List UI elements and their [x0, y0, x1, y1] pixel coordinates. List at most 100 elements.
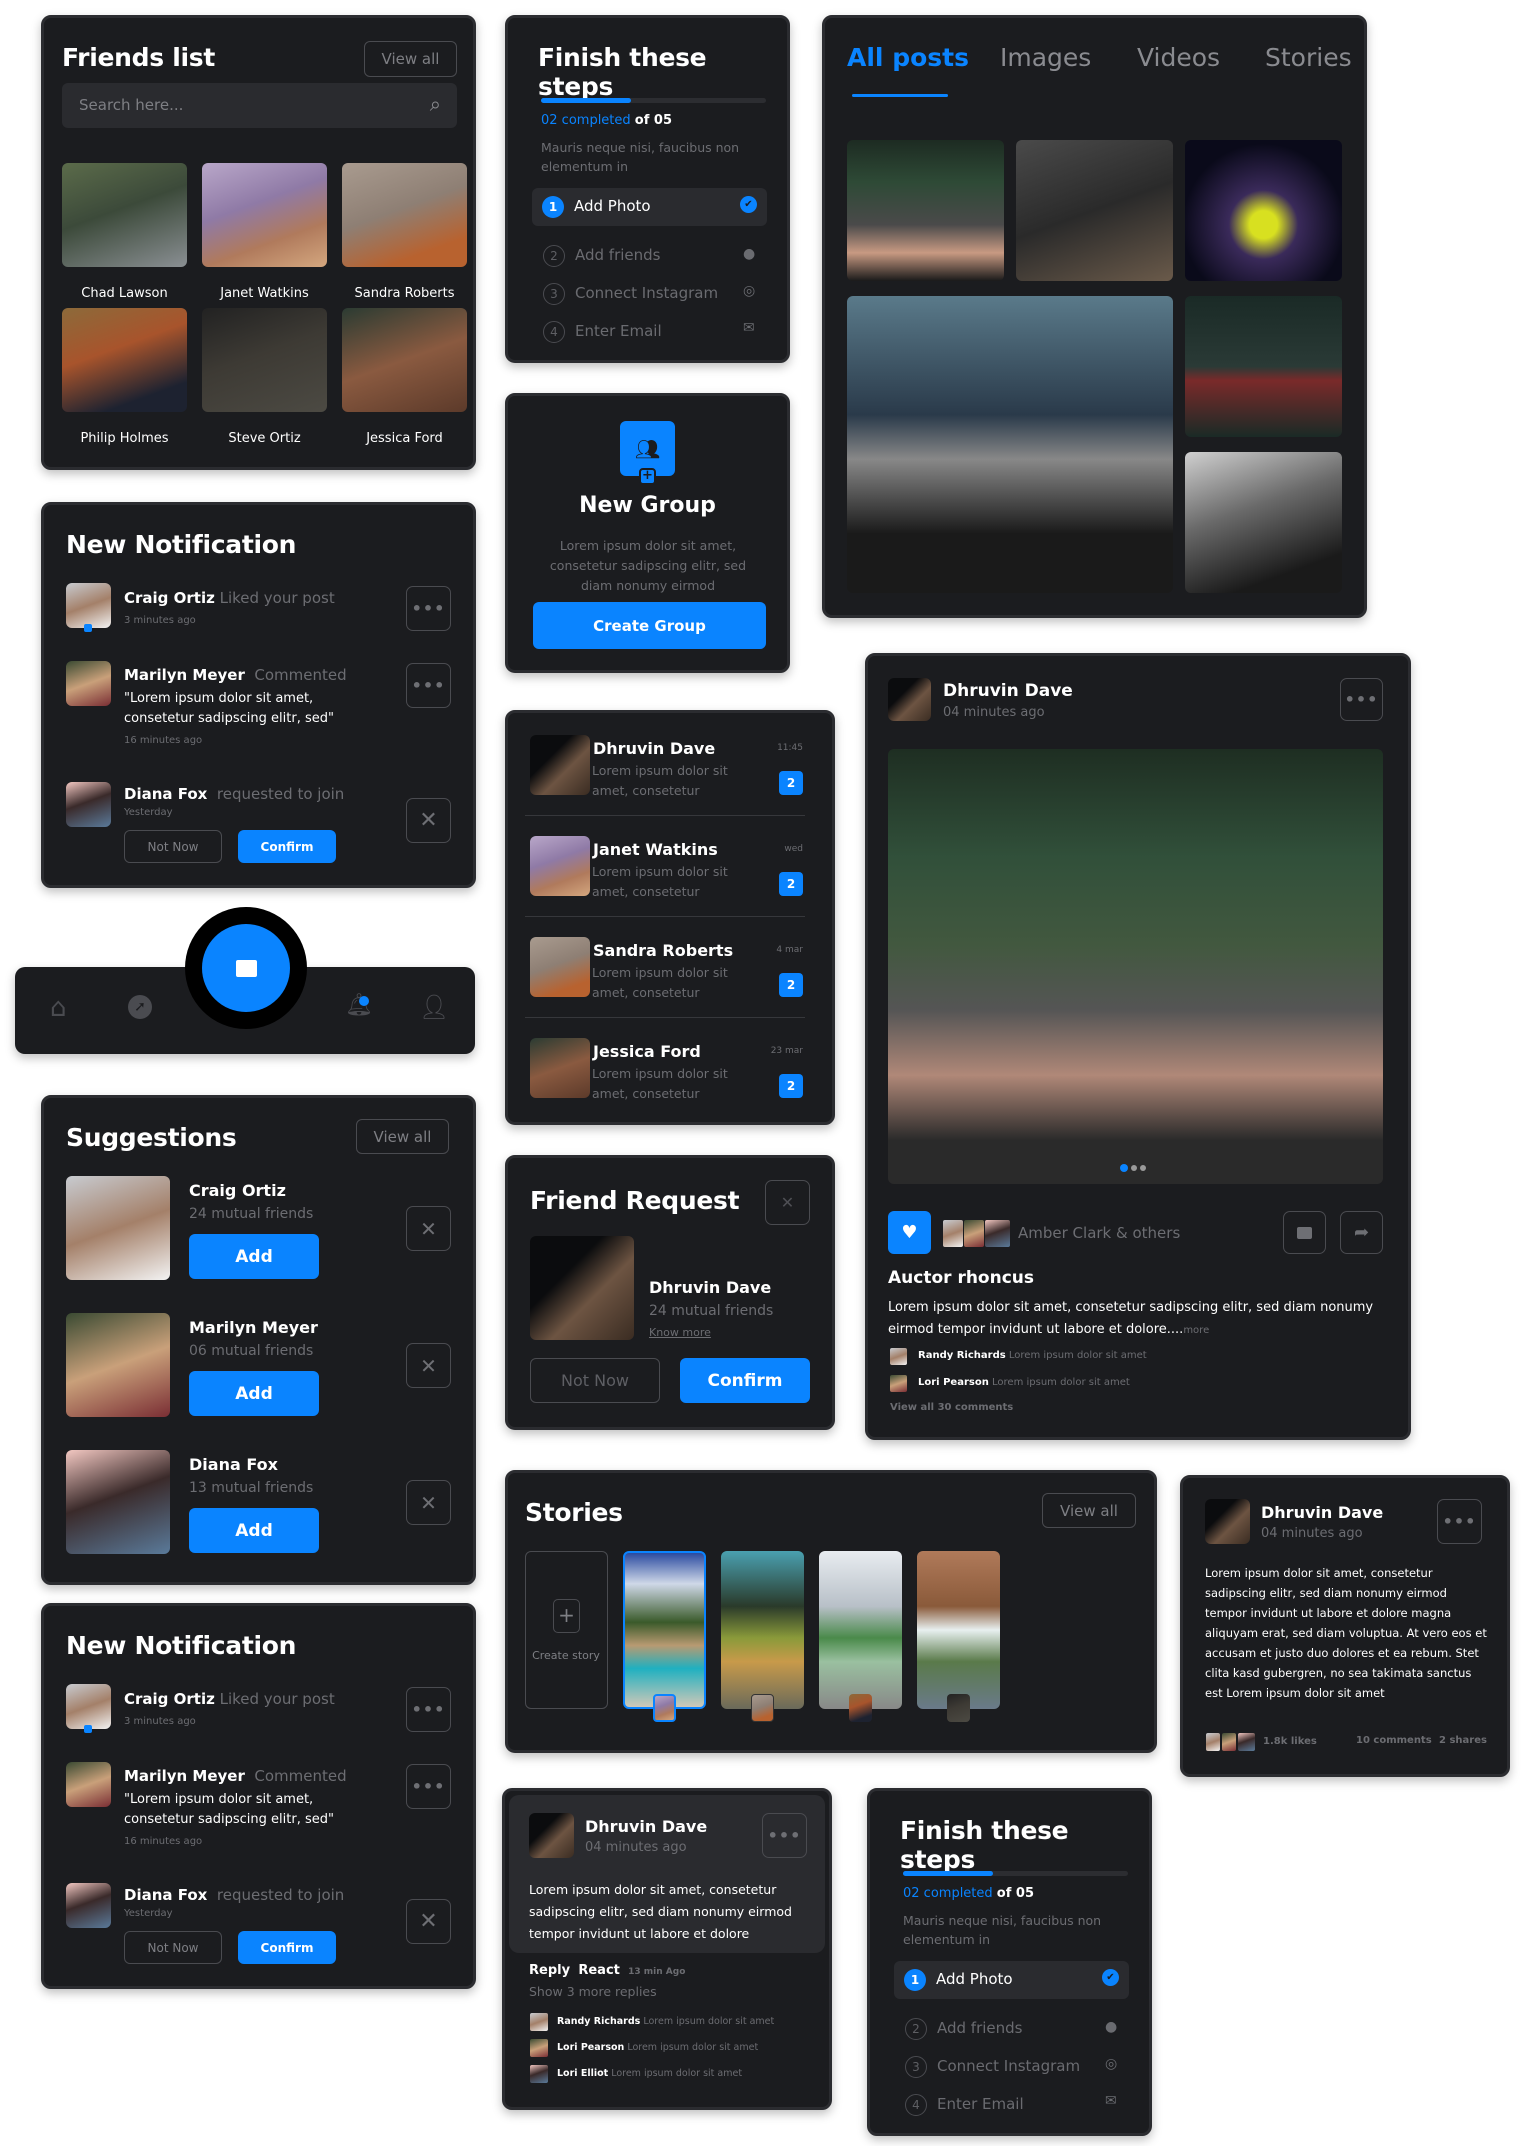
avatar[interactable]: [66, 1684, 111, 1729]
reply-button[interactable]: Reply: [529, 1963, 570, 1978]
friend-name[interactable]: Chad Lawson: [62, 286, 187, 301]
more-options-button[interactable]: •••: [762, 1813, 807, 1858]
friend-name[interactable]: Sandra Roberts: [342, 286, 467, 301]
story-item[interactable]: [917, 1551, 1000, 1709]
step-label[interactable]: Add friends: [575, 246, 661, 264]
tab-images[interactable]: Images: [1000, 43, 1091, 72]
create-story-button[interactable]: + Create story: [525, 1551, 608, 1709]
message-item[interactable]: Jessica Ford Lorem ipsum dolor sit amet,…: [530, 1038, 813, 1103]
post-author[interactable]: Dhruvin Dave: [943, 681, 1073, 701]
more-options-button[interactable]: •••: [406, 1687, 451, 1732]
user-icon[interactable]: 👤︎: [419, 993, 449, 1021]
requester-name[interactable]: Dhruvin Dave: [649, 1278, 771, 1297]
avatar[interactable]: [66, 583, 111, 628]
friend-photo[interactable]: [342, 163, 467, 267]
confirm-button[interactable]: Confirm: [238, 830, 336, 863]
dismiss-button[interactable]: ✕: [406, 1343, 451, 1388]
message-item[interactable]: Sandra Roberts Lorem ipsum dolor sit ame…: [530, 937, 813, 1002]
avatar[interactable]: [66, 661, 111, 706]
stories-view-all-button[interactable]: View all: [1042, 1493, 1136, 1528]
step-label[interactable]: Enter Email: [937, 2095, 1024, 2113]
tab-videos[interactable]: Videos: [1137, 43, 1220, 72]
dismiss-button[interactable]: ✕: [406, 1480, 451, 1525]
requester-avatar[interactable]: [530, 1236, 634, 1340]
chat-fab[interactable]: [185, 907, 307, 1029]
friend-name[interactable]: Steve Ortiz: [202, 431, 327, 446]
add-friend-button[interactable]: Add: [189, 1371, 319, 1416]
suggestion-name[interactable]: Diana Fox: [189, 1455, 278, 1474]
friend-name[interactable]: Janet Watkins: [202, 286, 327, 301]
author-avatar[interactable]: [529, 1813, 574, 1858]
add-friend-button[interactable]: Add: [189, 1234, 319, 1279]
friends-view-all-button[interactable]: View all: [364, 41, 457, 77]
more-options-button[interactable]: •••: [406, 586, 451, 631]
gallery-image[interactable]: [1185, 452, 1342, 593]
home-icon[interactable]: ⌂: [50, 993, 67, 1023]
friend-photo[interactable]: [342, 308, 467, 412]
step-label[interactable]: Enter Email: [575, 322, 662, 340]
add-friend-button[interactable]: Add: [189, 1508, 319, 1553]
search-icon[interactable]: ⌕: [430, 92, 441, 116]
friend-photo[interactable]: [202, 308, 327, 412]
story-item[interactable]: [623, 1551, 706, 1709]
confirm-button[interactable]: Confirm: [238, 1931, 336, 1964]
story-item[interactable]: [819, 1551, 902, 1709]
gallery-image[interactable]: [1185, 140, 1342, 281]
likes-count[interactable]: 1.8k likes: [1263, 1736, 1317, 1747]
step-label[interactable]: Connect Instagram: [937, 2057, 1080, 2075]
friend-photo[interactable]: [62, 163, 187, 267]
story-item[interactable]: [721, 1551, 804, 1709]
author-avatar[interactable]: [1205, 1499, 1250, 1544]
avatar[interactable]: [66, 1883, 111, 1928]
shares-count[interactable]: 2 shares: [1439, 1735, 1487, 1746]
dismiss-button[interactable]: ✕: [406, 1206, 451, 1251]
suggestion-name[interactable]: Marilyn Meyer: [189, 1318, 318, 1337]
show-more-replies-link[interactable]: Show 3 more replies: [529, 1984, 657, 1999]
likers-text[interactable]: Amber Clark & others: [1018, 1224, 1180, 1242]
tab-all-posts[interactable]: All posts: [847, 43, 969, 72]
more-options-button[interactable]: •••: [406, 663, 451, 708]
step-label[interactable]: Add friends: [937, 2019, 1023, 2037]
friend-photo[interactable]: [62, 308, 187, 412]
share-button[interactable]: ➦: [1340, 1211, 1383, 1254]
post-author[interactable]: Dhruvin Dave: [1261, 1503, 1383, 1522]
not-now-button[interactable]: Not Now: [124, 830, 222, 863]
friend-name[interactable]: Jessica Ford: [342, 431, 467, 446]
view-all-comments-link[interactable]: View all 30 comments: [890, 1402, 1013, 1413]
message-item[interactable]: Dhruvin Dave Lorem ipsum dolor sit amet,…: [530, 735, 813, 800]
like-button[interactable]: ♥: [888, 1211, 931, 1254]
bell-icon[interactable]: 🔔︎: [345, 993, 373, 1018]
friend-name[interactable]: Philip Holmes: [62, 431, 187, 446]
suggestion-avatar[interactable]: [66, 1176, 170, 1280]
step-label[interactable]: Connect Instagram: [575, 284, 718, 302]
message-item[interactable]: Janet Watkins Lorem ipsum dolor sit amet…: [530, 836, 813, 901]
carousel-dot-active[interactable]: [1120, 1164, 1128, 1172]
close-button[interactable]: ✕: [406, 1899, 451, 1944]
more-link[interactable]: more: [1183, 1325, 1209, 1336]
suggestions-view-all-button[interactable]: View all: [356, 1119, 449, 1154]
create-group-button[interactable]: Create Group: [533, 602, 766, 649]
step-item-add-photo[interactable]: 1 Add Photo ✔: [532, 188, 767, 226]
author-avatar[interactable]: [888, 678, 931, 721]
step-item-add-photo[interactable]: 1 Add Photo ✔: [894, 1961, 1129, 1999]
gallery-image[interactable]: [847, 296, 1173, 593]
more-options-button[interactable]: •••: [406, 1764, 451, 1809]
carousel-dot[interactable]: [1140, 1165, 1146, 1171]
confirm-button[interactable]: Confirm: [680, 1358, 810, 1403]
close-button[interactable]: ✕: [765, 1180, 810, 1225]
post-image[interactable]: [888, 749, 1383, 1184]
suggestion-avatar[interactable]: [66, 1450, 170, 1554]
more-options-button[interactable]: •••: [1437, 1499, 1482, 1544]
friend-photo[interactable]: [202, 163, 327, 267]
search-input[interactable]: Search here... ⌕: [62, 83, 457, 128]
more-options-button[interactable]: •••: [1340, 678, 1383, 721]
comment-author[interactable]: Dhruvin Dave: [585, 1817, 707, 1836]
gallery-image[interactable]: [847, 140, 1004, 281]
close-button[interactable]: ✕: [406, 798, 451, 843]
suggestion-name[interactable]: Craig Ortiz: [189, 1181, 286, 1200]
comments-count[interactable]: 10 comments: [1356, 1735, 1432, 1746]
suggestion-avatar[interactable]: [66, 1313, 170, 1417]
know-more-link[interactable]: Know more: [649, 1326, 711, 1339]
react-button[interactable]: React: [578, 1963, 620, 1978]
not-now-button[interactable]: Not Now: [530, 1358, 660, 1403]
